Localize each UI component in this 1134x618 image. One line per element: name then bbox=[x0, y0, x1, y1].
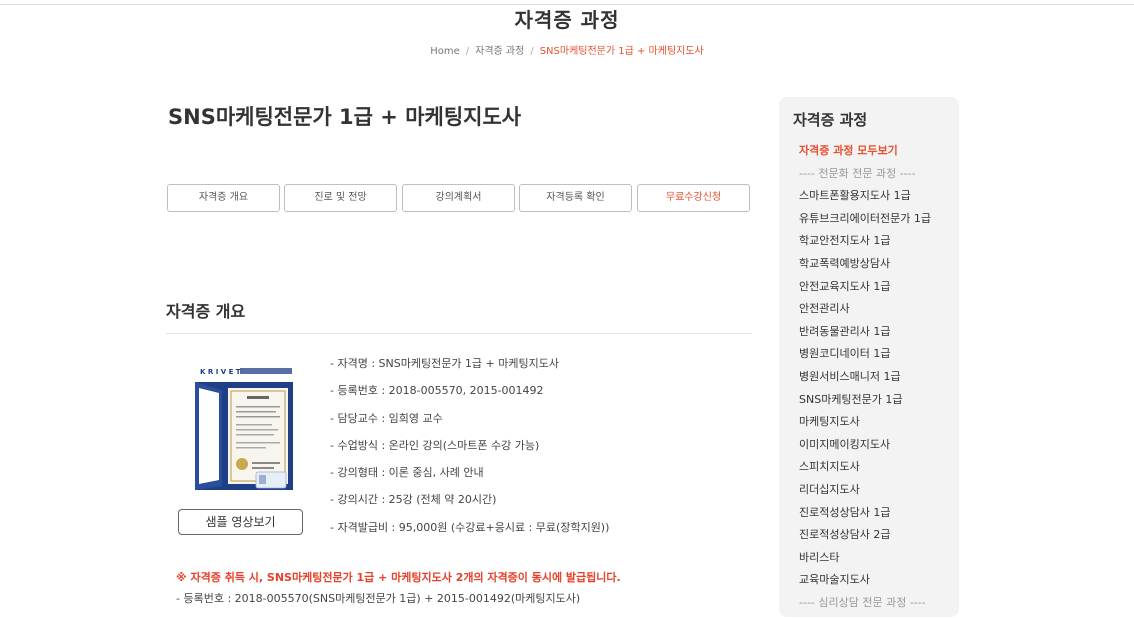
sidebar-item[interactable]: SNS마케팅전문가 1급 bbox=[799, 393, 931, 416]
sidebar-item[interactable]: 안전교육지도사 1급 bbox=[799, 280, 931, 303]
info-registration-number: - 등록번호 : 2018-005570, 2015-001492 bbox=[330, 384, 544, 398]
sidebar-item[interactable]: 스피치지도사 bbox=[799, 460, 931, 483]
sidebar-item[interactable]: 마케팅지도사 bbox=[799, 415, 931, 438]
sidebar-item[interactable]: 병원서비스매니저 1급 bbox=[799, 370, 931, 393]
tab-free-enroll[interactable]: 무료수강신청 bbox=[637, 184, 750, 212]
certificate-folder-icon: K R I V E T bbox=[195, 368, 293, 490]
tab-overview[interactable]: 자격증 개요 bbox=[167, 184, 280, 212]
info-lecture-time: - 강의시간 : 25강 (전체 약 20시간) bbox=[330, 493, 497, 507]
breadcrumb-separator: / bbox=[465, 46, 470, 57]
certificate-image: K R I V E T bbox=[192, 360, 295, 492]
course-title: SNS마케팅전문가 1급 + 마케팅지도사 bbox=[168, 105, 522, 129]
sidebar-item[interactable]: 반려동물관리사 1급 bbox=[799, 325, 931, 348]
sample-video-button[interactable]: 샘플 영상보기 bbox=[178, 509, 303, 535]
sidebar-item[interactable]: 바리스타 bbox=[799, 551, 931, 574]
info-lecture-format: - 강의형태 : 이론 중심, 사례 안내 bbox=[330, 466, 484, 480]
issuance-notice: ※ 자격증 취득 시, SNS마케팅전문가 1급 + 마케팅지도사 2개의 자격… bbox=[176, 571, 621, 584]
registration-detail: - 등록번호 : 2018-005570(SNS마케팅전문가 1급) + 201… bbox=[176, 592, 581, 605]
sidebar-group-header: ---- 심리상담 전문 과정 ---- bbox=[799, 595, 926, 609]
section-title: 자격증 개요 bbox=[166, 302, 246, 321]
tab-syllabus[interactable]: 강의계획서 bbox=[402, 184, 515, 212]
sidebar-item[interactable]: 진로적성상담사 1급 bbox=[799, 506, 931, 529]
sidebar-list: 자격증 과정 모두보기 ---- 전문화 전문 과정 ---- 스마트폰활용지도… bbox=[799, 144, 931, 618]
sidebar-item[interactable]: 학교폭력예방상담사 bbox=[799, 257, 931, 280]
sidebar-item[interactable]: 학교안전지도사 1급 bbox=[799, 234, 931, 257]
tab-career[interactable]: 진로 및 전망 bbox=[284, 184, 397, 212]
tab-registration-check[interactable]: 자격등록 확인 bbox=[519, 184, 632, 212]
info-professor: - 담당교수 : 임희영 교수 bbox=[330, 411, 443, 425]
sidebar-item[interactable]: 진로적성상담사 2급 bbox=[799, 528, 931, 551]
sidebar-item[interactable]: 병원코디네이터 1급 bbox=[799, 347, 931, 370]
page-title: 자격증 과정 bbox=[514, 8, 620, 32]
sidebar-item-view-all[interactable]: 자격증 과정 모두보기 bbox=[799, 144, 931, 167]
sidebar-group-header: ---- 전문화 전문 과정 ---- bbox=[799, 166, 916, 180]
breadcrumb-category[interactable]: 자격증 과정 bbox=[475, 46, 524, 57]
sidebar: 자격증 과정 자격증 과정 모두보기 ---- 전문화 전문 과정 ---- 스… bbox=[779, 97, 959, 617]
breadcrumb-current: SNS마케팅전문가 1급 + 마케팅지도사 bbox=[539, 46, 704, 57]
sidebar-item[interactable]: 이미지메이킹지도사 bbox=[799, 438, 931, 461]
sidebar-item[interactable]: 유튜브크리에이터전문가 1급 bbox=[799, 212, 931, 235]
course-info-list: - 자격명 : SNS마케팅전문가 1급 + 마케팅지도사 - 등록번호 : 2… bbox=[330, 357, 609, 548]
course-tabs: 자격증 개요 진로 및 전망 강의계획서 자격등록 확인 무료수강신청 bbox=[167, 184, 751, 212]
info-class-method: - 수업방식 : 온라인 강의(스마트폰 수강 가능) bbox=[330, 438, 540, 452]
sidebar-item[interactable]: 안전관리사 bbox=[799, 302, 931, 325]
sidebar-item[interactable]: 교육마술지도사 bbox=[799, 573, 931, 596]
sidebar-item[interactable]: 스마트폰활용지도사 1급 bbox=[799, 189, 931, 212]
info-certificate-name: - 자격명 : SNS마케팅전문가 1급 + 마케팅지도사 bbox=[330, 357, 559, 370]
krivet-logo: K R I V E T bbox=[200, 368, 241, 376]
info-issuance-fee: - 자격발급비 : 95,000원 (수강료+응시료 : 무료(장학지원)) bbox=[330, 520, 610, 534]
breadcrumb-separator: / bbox=[530, 46, 534, 57]
sidebar-title: 자격증 과정 bbox=[793, 111, 868, 129]
section-divider bbox=[166, 333, 752, 334]
breadcrumb-home[interactable]: Home bbox=[430, 46, 460, 57]
breadcrumb: Home / 자격증 과정 / SNS마케팅전문가 1급 + 마케팅지도사 bbox=[0, 42, 1134, 57]
sidebar-item[interactable]: 리더십지도사 bbox=[799, 483, 931, 506]
